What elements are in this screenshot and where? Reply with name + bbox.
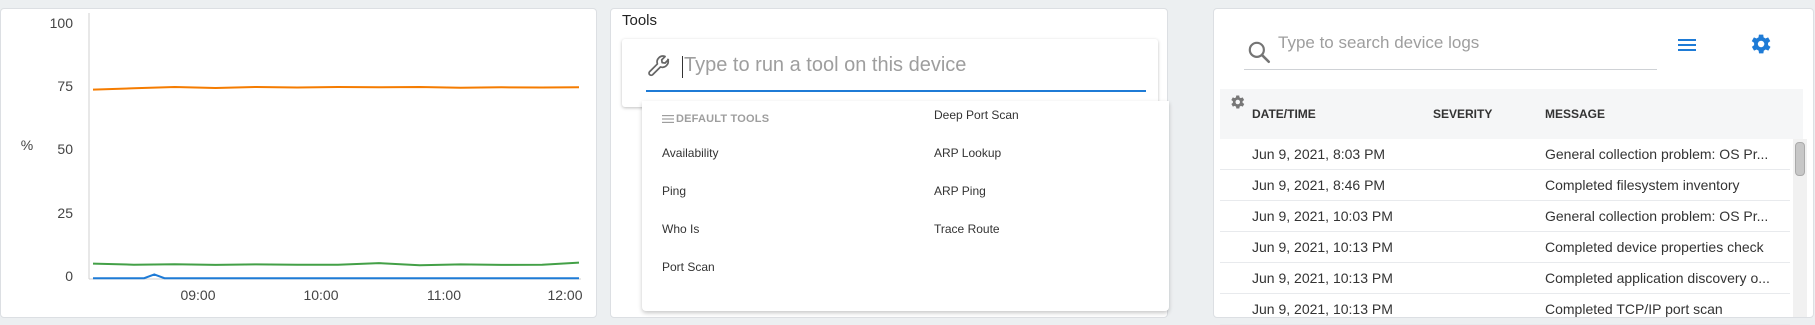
tool-item-trace-route[interactable]: Trace Route (934, 222, 1000, 236)
line-chart: % 100 75 50 25 0 09:00 10:00 11:00 12:00 (21, 13, 583, 303)
table-row[interactable]: Jun 9, 2021, 8:46 PM Completed filesyste… (1220, 170, 1790, 201)
logs-panel: Type to search device logs DATE/TIME SEV… (1213, 8, 1814, 325)
table-row[interactable]: Jun 9, 2021, 10:13 PM Completed applicat… (1220, 263, 1790, 294)
dropdown-header-label: DEFAULT TOOLS (676, 113, 770, 125)
x-axis-ticks: 09:00 10:00 11:00 12:00 (180, 287, 582, 303)
cell-message: General collection problem: OS Pr... (1545, 146, 1769, 162)
gear-icon[interactable] (1747, 31, 1773, 57)
y-tick-label: 50 (57, 141, 73, 157)
column-settings-gear-icon[interactable] (1228, 93, 1246, 111)
chart-panel: % 100 75 50 25 0 09:00 10:00 11:00 12:00 (0, 8, 597, 318)
cell-datetime: Jun 9, 2021, 10:13 PM (1252, 270, 1393, 286)
series-line-2 (93, 273, 579, 280)
search-icon (1248, 41, 1271, 64)
cell-datetime: Jun 9, 2021, 10:03 PM (1252, 208, 1393, 224)
x-tick-label: 12:00 (547, 287, 582, 303)
cell-message: Completed filesystem inventory (1545, 177, 1740, 193)
menu-icon[interactable] (1675, 33, 1699, 57)
cell-datetime: Jun 9, 2021, 8:46 PM (1252, 177, 1386, 193)
cell-datetime: Jun 9, 2021, 8:03 PM (1252, 146, 1386, 162)
table-row[interactable]: Jun 9, 2021, 10:13 PM Completed device p… (1220, 232, 1790, 263)
y-axis-label: % (21, 137, 33, 153)
tool-item-arp-lookup[interactable]: ARP Lookup (934, 146, 1001, 160)
cell-datetime: Jun 9, 2021, 10:13 PM (1252, 239, 1393, 255)
x-tick-label: 10:00 (303, 287, 338, 303)
log-table-body: Jun 9, 2021, 8:03 PM General collection … (1220, 139, 1790, 325)
table-row[interactable]: Jun 9, 2021, 8:03 PM General collection … (1220, 139, 1790, 170)
series-line-1 (92, 261, 580, 267)
series-layer (92, 85, 580, 280)
y-tick-label: 75 (57, 78, 73, 94)
series-line-0 (92, 85, 580, 91)
y-tick-label: 0 (65, 268, 73, 284)
tool-item-availability[interactable]: Availability (662, 146, 718, 160)
log-search-input[interactable]: Type to search device logs (1278, 33, 1479, 53)
search-underline (1244, 69, 1657, 70)
cell-message: Completed application discovery o... (1545, 270, 1770, 286)
wrench-icon (648, 55, 670, 77)
text-caret (682, 56, 683, 78)
cell-message: General collection problem: OS Pr... (1545, 208, 1769, 224)
tool-item-deep-port-scan[interactable]: Deep Port Scan (934, 108, 1019, 122)
cell-datetime: Jun 9, 2021, 10:13 PM (1252, 301, 1393, 317)
tool-item-who-is[interactable]: Who Is (662, 222, 699, 236)
table-row[interactable]: Jun 9, 2021, 10:03 PM General collection… (1220, 201, 1790, 232)
cell-message: Completed device properties check (1545, 239, 1764, 255)
list-icon (662, 115, 674, 123)
tool-item-arp-ping[interactable]: ARP Ping (934, 184, 986, 198)
column-header-message[interactable]: MESSAGE (1545, 107, 1605, 121)
column-header-datetime[interactable]: DATE/TIME (1252, 107, 1316, 121)
table-header: DATE/TIME SEVERITY MESSAGE (1220, 89, 1803, 139)
tool-item-ping[interactable]: Ping (662, 184, 686, 198)
y-tick-label: 100 (50, 15, 74, 31)
tool-search-box[interactable]: Type to run a tool on this device (622, 39, 1158, 107)
tools-dropdown: DEFAULT TOOLS Availability Ping Who Is P… (642, 101, 1169, 311)
table-row[interactable]: Jun 9, 2021, 10:13 PM Completed TCP/IP p… (1220, 294, 1790, 325)
x-tick-label: 11:00 (427, 287, 461, 303)
y-tick-label: 25 (57, 205, 73, 221)
tool-item-port-scan[interactable]: Port Scan (662, 260, 715, 274)
column-header-severity[interactable]: SEVERITY (1433, 107, 1492, 121)
tool-search-input[interactable]: Type to run a tool on this device (684, 54, 966, 77)
y-axis-ticks: 100 75 50 25 0 (50, 15, 74, 284)
tools-panel: Tools Type to run a tool on this device … (610, 8, 1169, 318)
x-tick-label: 09:00 (180, 287, 215, 303)
tools-title: Tools (622, 12, 658, 29)
scrollbar-thumb[interactable] (1795, 142, 1805, 176)
cell-message: Completed TCP/IP port scan (1545, 301, 1723, 317)
dropdown-header: DEFAULT TOOLS (662, 113, 769, 125)
input-underline (646, 90, 1146, 92)
